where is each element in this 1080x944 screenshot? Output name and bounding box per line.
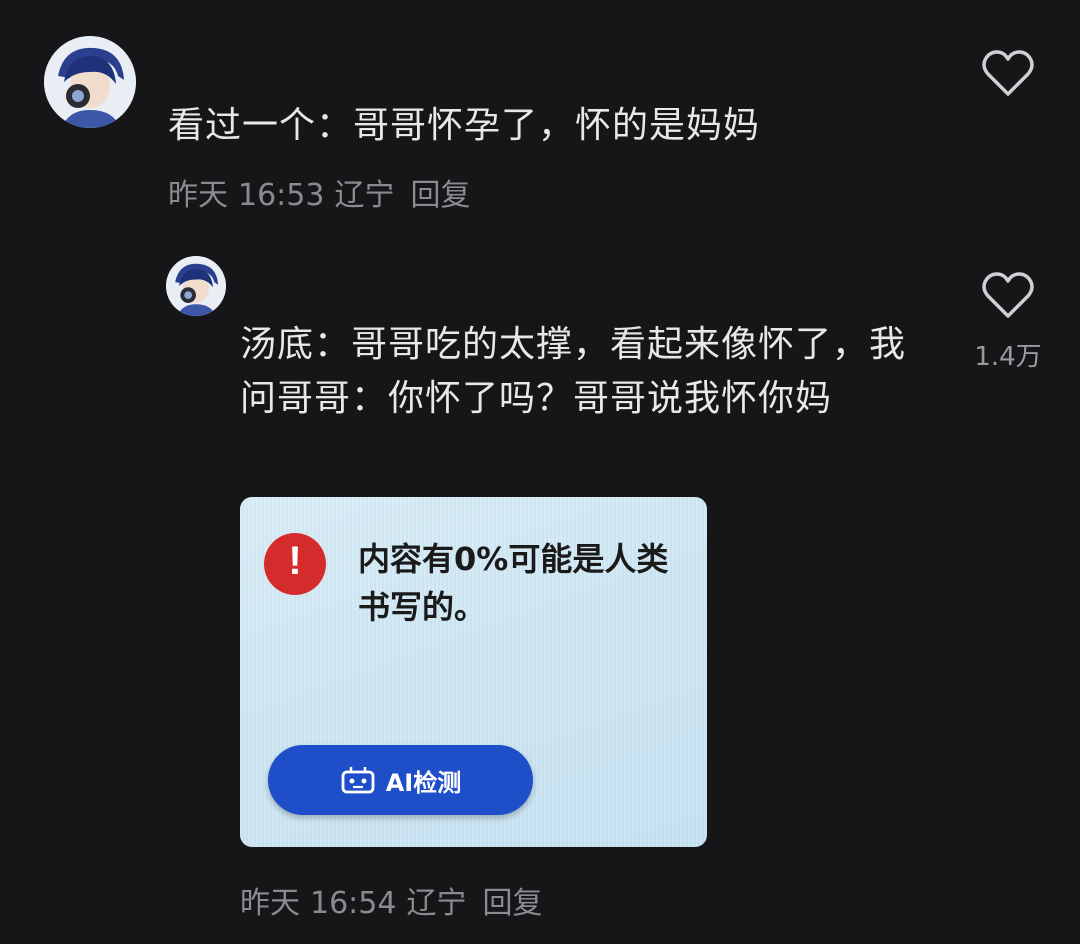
comment-text: 看过一个：哥哥怀孕了，怀的是妈妈 [168,105,761,146]
heart-icon[interactable] [982,50,1034,102]
like-count: 1.4万 [974,342,1042,372]
detection-message: 内容有0%可能是人类书写的。 [358,540,669,626]
comment-meta: 昨天 16:53 辽宁 回复 [168,170,470,214]
reply-button[interactable]: 回复 [410,170,470,214]
comment-time: 16:54 [310,886,397,921]
comment-time: 16:53 [238,178,325,213]
embedded-image[interactable]: 内容有0%可能是人类书写的。 AI检测 [240,497,707,847]
comment-location: 辽宁 [334,178,395,213]
comment-text: 汤底：哥哥吃的太撑，看起来像怀了，我问哥哥：你怀了吗？哥哥说我怀你妈 [240,324,907,419]
reply-button[interactable]: 回复 [482,878,542,922]
exclamation-icon [264,533,326,595]
comment-date: 昨天 [240,886,300,921]
ai-detect-button: AI检测 [268,745,533,815]
comment-date: 昨天 [168,178,228,213]
heart-icon[interactable] [982,272,1034,324]
comment-location: 辽宁 [406,886,467,921]
robot-icon [341,767,375,794]
comment-meta: 昨天 16:54 辽宁 回复 [240,878,542,922]
avatar[interactable] [166,256,226,316]
avatar[interactable] [44,36,136,128]
ai-detect-label: AI检测 [385,768,462,797]
